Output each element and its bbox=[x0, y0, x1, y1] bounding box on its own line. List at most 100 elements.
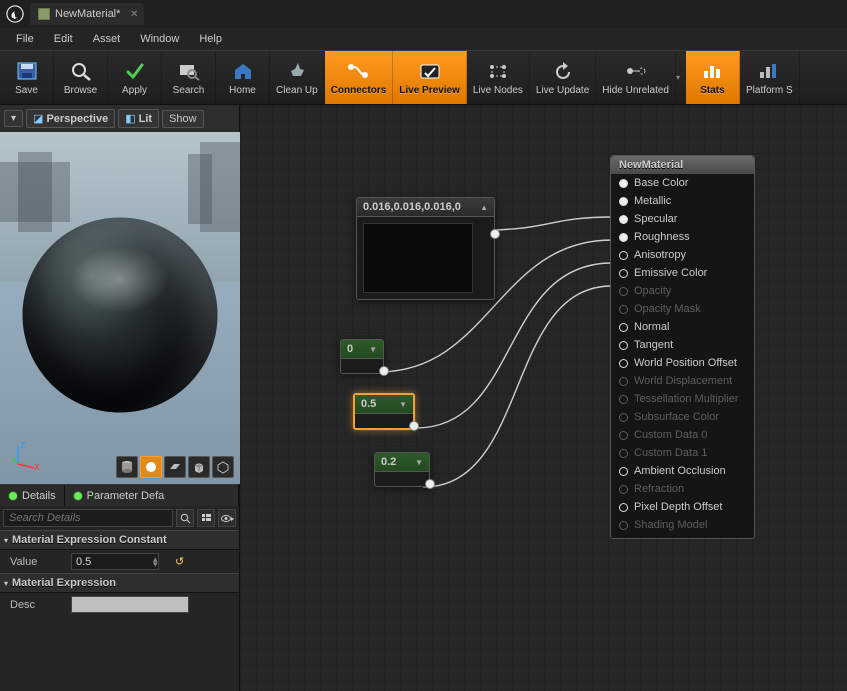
collapse-icon[interactable]: ▼ bbox=[415, 458, 423, 467]
node-constant4vector[interactable]: 0.016,0.016,0.016,0 ▲ bbox=[356, 197, 495, 300]
collapse-icon[interactable]: ▲ bbox=[480, 203, 488, 212]
tb-stats[interactable]: Stats bbox=[686, 51, 740, 104]
mat-pin-tessellation-multiplier[interactable]: Tessellation Multiplier bbox=[611, 390, 754, 408]
node-constant-0-5[interactable]: 0.5▼ bbox=[353, 393, 415, 430]
node-header[interactable]: 0.016,0.016,0.016,0 ▲ bbox=[357, 198, 494, 217]
node-header[interactable]: 0.2▼ bbox=[375, 453, 429, 472]
tb-platform-stats[interactable]: Platform S bbox=[740, 51, 800, 104]
mat-pin-ambient-occlusion[interactable]: Ambient Occlusion bbox=[611, 462, 754, 480]
vp-show-dropdown[interactable]: Show bbox=[162, 110, 204, 128]
vp-plane-icon[interactable] bbox=[164, 456, 186, 478]
material-output-header[interactable]: NewMaterial bbox=[611, 156, 754, 174]
section-material-expression[interactable]: ▾Material Expression bbox=[0, 573, 239, 593]
pin-socket-icon[interactable] bbox=[619, 305, 628, 314]
value-input[interactable] bbox=[71, 553, 159, 570]
node-constant-0-2[interactable]: 0.2▼ bbox=[374, 452, 430, 487]
pin-socket-icon[interactable] bbox=[619, 269, 628, 278]
mat-pin-world-position-offset[interactable]: World Position Offset bbox=[611, 354, 754, 372]
tb-clean-up[interactable]: Clean Up bbox=[270, 51, 325, 104]
pin-socket-icon[interactable] bbox=[619, 485, 628, 494]
tb-dropdown-arrow[interactable]: ▾ bbox=[676, 73, 686, 82]
tb-hide-unrelated[interactable]: Hide Unrelated bbox=[596, 51, 676, 104]
tab-material[interactable]: NewMaterial* ✕ bbox=[30, 3, 144, 25]
mat-pin-custom-data-0[interactable]: Custom Data 0 bbox=[611, 426, 754, 444]
node-constant-0[interactable]: 0▼ bbox=[340, 339, 384, 374]
mat-pin-roughness[interactable]: Roughness bbox=[611, 228, 754, 246]
mat-pin-opacity-mask[interactable]: Opacity Mask bbox=[611, 300, 754, 318]
pin-socket-icon[interactable] bbox=[619, 431, 628, 440]
menu-file[interactable]: File bbox=[6, 30, 44, 48]
mat-pin-pixel-depth-offset[interactable]: Pixel Depth Offset bbox=[611, 498, 754, 516]
collapse-icon[interactable]: ▼ bbox=[399, 400, 407, 409]
vp-sphere-icon[interactable] bbox=[140, 456, 162, 478]
mat-pin-refraction[interactable]: Refraction bbox=[611, 480, 754, 498]
pin-socket-icon[interactable] bbox=[619, 197, 628, 206]
tb-browse[interactable]: Browse bbox=[54, 51, 108, 104]
tb-search[interactable]: Search bbox=[162, 51, 216, 104]
pin-socket-icon[interactable] bbox=[619, 413, 628, 422]
menu-edit[interactable]: Edit bbox=[44, 30, 83, 48]
tab-details[interactable]: Details bbox=[0, 485, 65, 506]
output-pin[interactable] bbox=[409, 421, 419, 431]
mat-pin-base-color[interactable]: Base Color bbox=[611, 174, 754, 192]
pin-socket-icon[interactable] bbox=[619, 395, 628, 404]
mat-pin-world-displacement[interactable]: World Displacement bbox=[611, 372, 754, 390]
close-tab-icon[interactable]: ✕ bbox=[130, 9, 138, 20]
tb-live-update[interactable]: Live Update bbox=[530, 51, 596, 104]
spinner-icon[interactable]: ▴▾ bbox=[153, 557, 163, 567]
material-graph[interactable]: 0.016,0.016,0.016,0 ▲ 0▼ 0.5▼ 0.2▼ NewMa… bbox=[240, 105, 847, 691]
vp-cylinder-icon[interactable] bbox=[116, 456, 138, 478]
vp-cube-icon[interactable] bbox=[188, 456, 210, 478]
mat-pin-emissive-color[interactable]: Emissive Color bbox=[611, 264, 754, 282]
vp-lit-dropdown[interactable]: ◧Lit bbox=[118, 109, 159, 128]
mat-pin-custom-data-1[interactable]: Custom Data 1 bbox=[611, 444, 754, 462]
vp-mesh-icon[interactable] bbox=[212, 456, 234, 478]
mat-pin-tangent[interactable]: Tangent bbox=[611, 336, 754, 354]
tb-save[interactable]: Save bbox=[0, 51, 54, 104]
node-header[interactable]: 0.5▼ bbox=[355, 395, 413, 414]
menu-help[interactable]: Help bbox=[189, 30, 232, 48]
vp-perspective-dropdown[interactable]: ◪Perspective bbox=[26, 109, 115, 128]
pin-socket-icon[interactable] bbox=[619, 449, 628, 458]
material-output-node[interactable]: NewMaterial Base ColorMetallicSpecularRo… bbox=[610, 155, 755, 539]
mat-pin-anisotropy[interactable]: Anisotropy bbox=[611, 246, 754, 264]
mat-pin-shading-model[interactable]: Shading Model bbox=[611, 516, 754, 534]
mat-pin-specular[interactable]: Specular bbox=[611, 210, 754, 228]
menu-window[interactable]: Window bbox=[130, 30, 189, 48]
reset-default-icon[interactable]: ↺ bbox=[175, 555, 184, 568]
search-icon[interactable] bbox=[176, 509, 194, 527]
mat-pin-opacity[interactable]: Opacity bbox=[611, 282, 754, 300]
output-pin[interactable] bbox=[379, 366, 389, 376]
pin-socket-icon[interactable] bbox=[619, 359, 628, 368]
pin-socket-icon[interactable] bbox=[619, 179, 628, 188]
pin-socket-icon[interactable] bbox=[619, 323, 628, 332]
mat-pin-metallic[interactable]: Metallic bbox=[611, 192, 754, 210]
menu-asset[interactable]: Asset bbox=[83, 30, 131, 48]
search-details-input[interactable] bbox=[3, 509, 173, 527]
preview-viewport[interactable]: z x bbox=[0, 132, 240, 484]
pin-socket-icon[interactable] bbox=[619, 377, 628, 386]
pin-socket-icon[interactable] bbox=[619, 521, 628, 530]
tb-live-preview[interactable]: Live Preview bbox=[393, 51, 467, 104]
tb-apply[interactable]: Apply bbox=[108, 51, 162, 104]
output-pin[interactable] bbox=[425, 479, 435, 489]
property-matrix-icon[interactable] bbox=[197, 509, 215, 527]
desc-input[interactable] bbox=[71, 596, 189, 613]
pin-socket-icon[interactable] bbox=[619, 251, 628, 260]
tb-home[interactable]: Home bbox=[216, 51, 270, 104]
pin-socket-icon[interactable] bbox=[619, 341, 628, 350]
tb-live-nodes[interactable]: Live Nodes bbox=[467, 51, 530, 104]
output-pin[interactable] bbox=[490, 229, 500, 239]
pin-socket-icon[interactable] bbox=[619, 233, 628, 242]
mat-pin-normal[interactable]: Normal bbox=[611, 318, 754, 336]
pin-socket-icon[interactable] bbox=[619, 215, 628, 224]
section-material-expression-constant[interactable]: ▾Material Expression Constant bbox=[0, 530, 239, 550]
mat-pin-subsurface-color[interactable]: Subsurface Color bbox=[611, 408, 754, 426]
pin-socket-icon[interactable] bbox=[619, 467, 628, 476]
tb-connectors[interactable]: Connectors bbox=[325, 51, 394, 104]
pin-socket-icon[interactable] bbox=[619, 287, 628, 296]
tab-parameter-defaults[interactable]: Parameter Defa bbox=[65, 485, 239, 506]
view-options-icon[interactable] bbox=[218, 509, 236, 527]
vp-menu-dropdown[interactable]: ▾ bbox=[4, 110, 23, 127]
collapse-icon[interactable]: ▼ bbox=[369, 345, 377, 354]
